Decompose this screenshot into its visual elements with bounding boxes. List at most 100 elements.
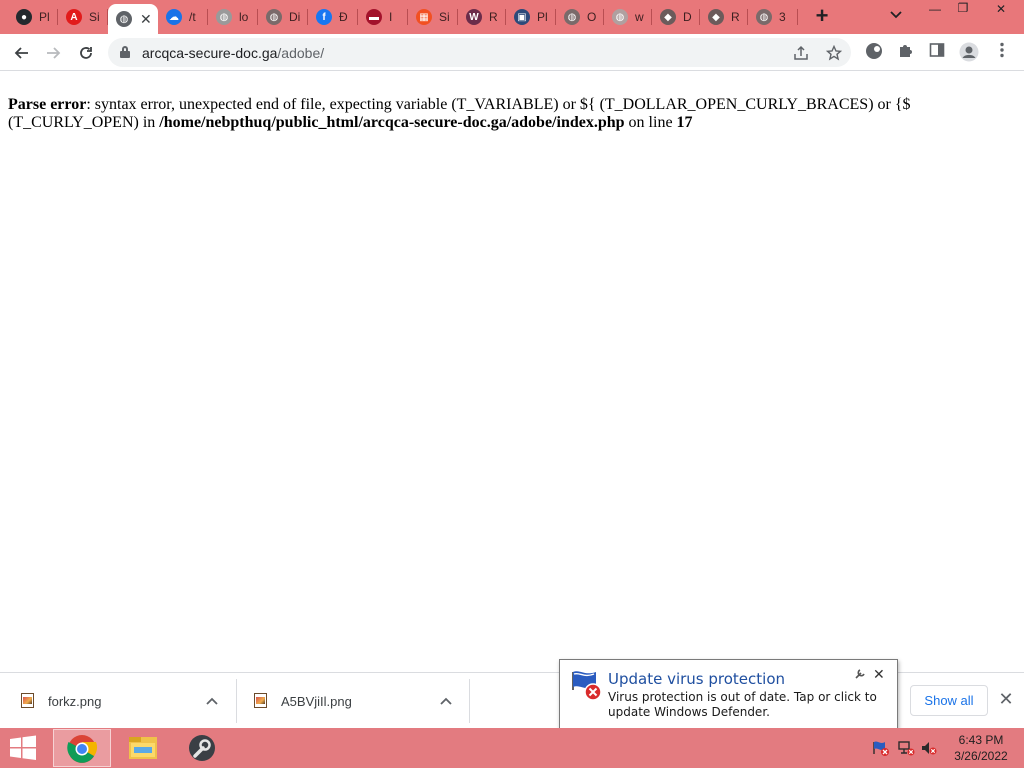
browser-tab[interactable]: ◍ Di bbox=[258, 4, 308, 30]
notification-balloon[interactable]: Update virus protection Virus protection… bbox=[559, 659, 898, 747]
tab-title: /t bbox=[189, 10, 196, 24]
taskbar-file-explorer-button[interactable] bbox=[114, 729, 172, 767]
bookmark-star-icon[interactable] bbox=[824, 43, 844, 63]
clock-time: 6:43 PM bbox=[958, 733, 1004, 747]
show-all-button[interactable]: Show all bbox=[910, 685, 988, 716]
browser-tab[interactable]: ◍ O bbox=[556, 4, 604, 30]
globe-icon: ◍ bbox=[564, 9, 580, 25]
taskbar: 6:43 PM 3/26/2022 bbox=[0, 728, 1024, 768]
browser-tab[interactable]: ◆ D bbox=[652, 4, 700, 30]
windows-defender-warning-icon bbox=[570, 668, 604, 702]
new-tab-button[interactable]: + bbox=[812, 5, 832, 28]
adobe-icon: A bbox=[66, 9, 82, 25]
menu-kebab-icon[interactable] bbox=[992, 42, 1012, 62]
url-domain: arcqca-secure-doc.ga bbox=[142, 45, 278, 61]
tab-title: Pl bbox=[39, 10, 50, 24]
browser-tab[interactable]: ◍ w bbox=[604, 4, 652, 30]
close-shelf-button[interactable]: ✕ bbox=[996, 689, 1016, 709]
chrome-icon bbox=[67, 735, 98, 763]
tab-title: Di bbox=[289, 10, 301, 24]
tab-title: w bbox=[635, 10, 644, 24]
address-bar[interactable]: arcqca-secure-doc.ga/adobe/ bbox=[108, 38, 851, 67]
taskbar-tools-button[interactable] bbox=[173, 729, 231, 767]
tab-title: Ι bbox=[389, 10, 393, 24]
tools-icon bbox=[189, 735, 215, 761]
extension-globe-icon[interactable] bbox=[864, 42, 884, 62]
restore-button[interactable]: ❐ bbox=[948, 1, 978, 19]
notification-message: Virus protection is out of date. Tap or … bbox=[608, 690, 877, 719]
notification-close-button[interactable]: ✕ bbox=[873, 666, 885, 683]
defender-warning-tray-icon[interactable] bbox=[872, 740, 890, 756]
tab-search-button[interactable] bbox=[890, 8, 902, 22]
cloud-icon: ☁ bbox=[166, 9, 182, 25]
browser-tab[interactable]: ◍ ✕ bbox=[108, 4, 158, 34]
network-tray-icon[interactable] bbox=[897, 740, 915, 756]
taskbar-chrome-button[interactable] bbox=[53, 729, 111, 767]
extensions-puzzle-icon[interactable] bbox=[896, 42, 916, 62]
tab-title: O bbox=[587, 10, 597, 24]
url-text[interactable]: arcqca-secure-doc.ga/adobe/ bbox=[142, 45, 324, 61]
webflow-icon: W bbox=[466, 9, 482, 25]
close-tab-button[interactable]: ✕ bbox=[140, 11, 152, 28]
windows-logo-icon bbox=[10, 735, 36, 760]
browser-tab[interactable]: ▦ Si bbox=[408, 4, 458, 30]
download-filename: A5BVjiIl.png bbox=[281, 693, 352, 709]
download-options-button[interactable] bbox=[440, 673, 452, 729]
error-line-text: on line bbox=[624, 114, 677, 131]
tab-title: R bbox=[489, 10, 498, 24]
site-logo-icon: ▬ bbox=[366, 9, 382, 25]
reload-icon bbox=[80, 47, 92, 59]
tab-title: Si bbox=[89, 10, 100, 24]
minimize-button[interactable]: — bbox=[920, 2, 950, 20]
error-line-number: 17 bbox=[676, 114, 693, 131]
app-icon: ◆ bbox=[660, 9, 676, 25]
tab-title: R bbox=[731, 10, 740, 24]
image-file-icon bbox=[253, 693, 269, 709]
arrow-right-icon bbox=[47, 47, 61, 59]
side-panel-icon[interactable] bbox=[927, 42, 947, 62]
globe-icon: ◍ bbox=[266, 9, 282, 25]
browser-tab[interactable]: WR bbox=[458, 4, 506, 30]
browser-tab[interactable]: ▬ Ι bbox=[358, 4, 408, 30]
app-icon: ◆ bbox=[708, 9, 724, 25]
tab-title: Si bbox=[439, 10, 450, 24]
browser-tab[interactable]: ◍ lo bbox=[208, 4, 258, 30]
download-item[interactable]: A5BVjiIl.png bbox=[253, 673, 352, 729]
notification-title: Update virus protection bbox=[608, 670, 786, 688]
system-clock[interactable]: 6:43 PM 3/26/2022 bbox=[946, 732, 1016, 764]
error-label: Parse error bbox=[8, 96, 87, 113]
tab-separator bbox=[797, 9, 798, 25]
start-button[interactable] bbox=[6, 734, 40, 762]
tab-strip: ● Pl A Si ◍ ✕ ☁/t ◍ lo ◍ Di f Đ ▬ Ι ▦ Si W R ▣ Pl ◍ O ◍ w ◆ D ◆ R ◍ 3 … bbox=[0, 0, 1024, 34]
download-options-button[interactable] bbox=[206, 673, 218, 729]
download-filename: forkz.png bbox=[48, 693, 102, 709]
download-item[interactable]: forkz.png bbox=[20, 673, 101, 729]
volume-muted-tray-icon[interactable] bbox=[920, 740, 938, 756]
tab-title: Đ bbox=[339, 10, 348, 24]
browser-tab[interactable]: ▣ Pl bbox=[506, 4, 556, 30]
browser-tab[interactable]: ◍ 3 bbox=[748, 4, 798, 30]
lock-icon[interactable] bbox=[120, 46, 130, 58]
browser-tab[interactable]: ☁ /t bbox=[158, 4, 208, 30]
url-path: /adobe/ bbox=[277, 45, 325, 61]
notification-options-icon[interactable] bbox=[854, 668, 866, 683]
globe-icon: ◍ bbox=[756, 9, 772, 25]
share-icon[interactable] bbox=[791, 43, 811, 63]
profile-avatar-icon[interactable] bbox=[959, 42, 979, 62]
tab-title: lo bbox=[239, 10, 249, 24]
forward-button[interactable] bbox=[41, 40, 67, 66]
divider bbox=[236, 679, 237, 723]
browser-tab[interactable]: fĐ bbox=[308, 4, 358, 30]
back-button[interactable] bbox=[8, 40, 34, 66]
window-close-button[interactable]: ✕ bbox=[986, 2, 1016, 20]
chevron-up-icon bbox=[440, 697, 452, 705]
tab-title: 3 bbox=[779, 10, 786, 24]
reload-button[interactable] bbox=[73, 40, 99, 66]
chevron-down-icon bbox=[890, 11, 902, 19]
globe-icon: ◍ bbox=[612, 9, 628, 25]
browser-tab[interactable]: A Si bbox=[58, 4, 108, 30]
browser-tab[interactable]: ◆ R bbox=[700, 4, 748, 30]
image-file-icon bbox=[20, 693, 36, 709]
facebook-icon: f bbox=[316, 9, 332, 25]
browser-tab[interactable]: ● Pl bbox=[8, 4, 58, 30]
